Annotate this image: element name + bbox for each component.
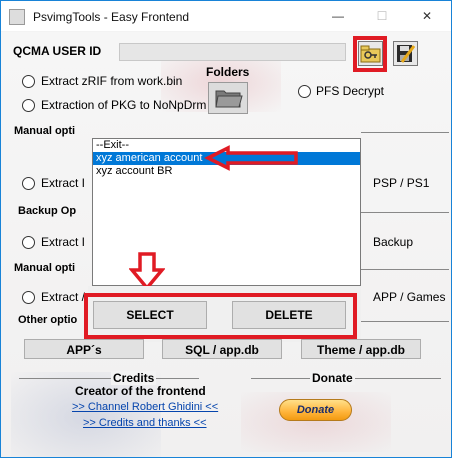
delete-button[interactable]: DELETE <box>232 301 346 329</box>
folders-button[interactable] <box>208 82 248 114</box>
minimize-button[interactable]: — <box>316 1 360 31</box>
select-button[interactable]: SELECT <box>93 301 207 329</box>
extract-pkg-radio[interactable] <box>22 99 35 112</box>
folder-icon <box>215 90 243 108</box>
pfs-decrypt-label: PFS Decrypt <box>316 84 385 98</box>
other-options-title: Other optio <box>18 314 78 326</box>
save-edit-icon <box>397 45 416 63</box>
folders-label: Folders <box>206 65 250 79</box>
backup-options-title: Backup Op <box>18 205 77 217</box>
close-button[interactable]: ✕ <box>405 1 449 31</box>
channel-link[interactable]: >> Channel Robert Ghidini << <box>72 401 218 413</box>
sql-app-db-button[interactable]: SQL / app.db <box>162 339 282 359</box>
pfs-decrypt-radio[interactable] <box>298 85 311 98</box>
extract-zrif-radio[interactable] <box>22 75 35 88</box>
creator-label: Creator of the frontend <box>75 384 206 398</box>
qcma-user-id-field[interactable] <box>119 43 346 61</box>
annotation-arrow-left <box>204 145 298 171</box>
maximize-button[interactable]: ☐ <box>360 1 404 31</box>
title-bar: PsvimgTools - Easy Frontend — ☐ ✕ <box>1 1 451 31</box>
main-form: QCMA USER ID Extract zRIF from work.bin … <box>1 32 451 457</box>
extract-pkg-label: Extraction of PKG to NoNpDrm <box>41 98 207 112</box>
theme-app-db-button[interactable]: Theme / app.db <box>301 339 421 359</box>
section-divider <box>361 132 449 133</box>
extract-radio-3[interactable] <box>22 291 35 304</box>
donate-button[interactable]: Donate <box>279 399 352 421</box>
apps-button[interactable]: APP´s <box>24 339 144 359</box>
credits-link[interactable]: >> Credits and thanks << <box>83 417 207 429</box>
extract-radio-1[interactable] <box>22 177 35 190</box>
key-folder-icon <box>360 45 381 63</box>
backup-label: Backup <box>373 235 414 249</box>
manual-options-title: Manual opti <box>14 125 76 137</box>
extract-label-1: Extract I <box>41 176 86 190</box>
qcma-user-id-label: QCMA USER ID <box>13 44 102 58</box>
annotation-arrow-down <box>129 252 165 291</box>
key-folder-button[interactable] <box>358 41 383 66</box>
section-divider <box>361 269 449 270</box>
extract-radio-2[interactable] <box>22 236 35 249</box>
section-divider <box>361 321 449 322</box>
save-edit-button[interactable] <box>393 41 418 66</box>
extract-zrif-label: Extract zRIF from work.bin <box>41 74 183 88</box>
app-window: PsvimgTools - Easy Frontend — ☐ ✕ QCMA U… <box>0 0 452 458</box>
window-title: PsvimgTools - Easy Frontend <box>33 10 190 24</box>
psp-ps1-label: PSP / PS1 <box>373 176 430 190</box>
app-games-label: APP / Games <box>373 290 446 304</box>
manual-options-title-2: Manual opti <box>14 262 76 274</box>
credits-divider <box>19 378 199 379</box>
app-icon <box>9 9 25 25</box>
extract-label-2: Extract I <box>41 235 86 249</box>
extract-label-3: Extract / <box>41 290 86 304</box>
donate-title: Donate <box>310 371 355 385</box>
section-divider <box>361 212 449 213</box>
credits-title: Credits <box>111 371 157 385</box>
